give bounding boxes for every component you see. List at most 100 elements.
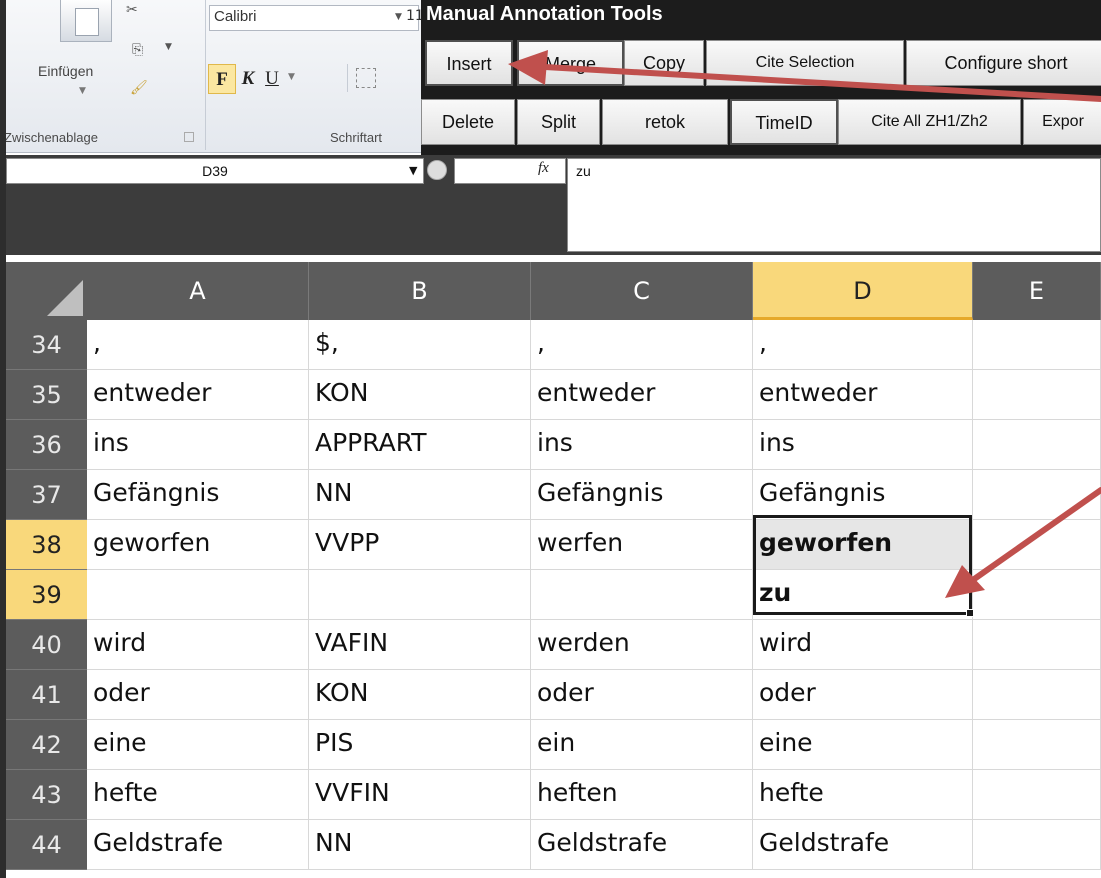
cell-c34[interactable]: ,	[531, 320, 753, 370]
cell-e36[interactable]	[973, 420, 1101, 470]
cell-a42[interactable]: eine	[87, 720, 309, 770]
formula-input[interactable]: zu	[567, 158, 1101, 252]
column-header-c[interactable]: C	[531, 262, 753, 320]
cell-a35[interactable]: entweder	[87, 370, 309, 420]
cell-d39[interactable]: zu	[753, 570, 973, 620]
row-header-37[interactable]: 37	[6, 470, 87, 520]
underline-button[interactable]: U	[261, 64, 283, 94]
cite-all-button[interactable]: Cite All ZH1/Zh2	[838, 99, 1021, 145]
cell-c37[interactable]: Gefängnis	[531, 470, 753, 520]
insert-button[interactable]: Insert	[425, 40, 513, 86]
bold-button[interactable]: F	[208, 64, 236, 94]
cell-b44[interactable]: NN	[309, 820, 531, 870]
cell-d36[interactable]: ins	[753, 420, 973, 470]
row-header-41[interactable]: 41	[6, 670, 87, 720]
cell-b37[interactable]: NN	[309, 470, 531, 520]
cell-e43[interactable]	[973, 770, 1101, 820]
select-all-corner[interactable]	[6, 262, 87, 320]
cell-b41[interactable]: KON	[309, 670, 531, 720]
cell-c39[interactable]	[531, 570, 753, 620]
cell-d43[interactable]: hefte	[753, 770, 973, 820]
font-dropdown-icon[interactable]: ▼	[395, 12, 402, 22]
row-header-40[interactable]: 40	[6, 620, 87, 670]
italic-button[interactable]: K	[236, 64, 260, 94]
cell-e35[interactable]	[973, 370, 1101, 420]
cell-c43[interactable]: heften	[531, 770, 753, 820]
cell-b38[interactable]: VVPP	[309, 520, 531, 570]
cell-d44[interactable]: Geldstrafe	[753, 820, 973, 870]
row-header-35[interactable]: 35	[6, 370, 87, 420]
cell-a34[interactable]: ,	[87, 320, 309, 370]
cell-d34[interactable]: ,	[753, 320, 973, 370]
paste-button[interactable]: Einfügen	[38, 63, 93, 79]
copy-dropdown-icon[interactable]: ▼	[165, 42, 172, 52]
cell-a37[interactable]: Gefängnis	[87, 470, 309, 520]
cell-c41[interactable]: oder	[531, 670, 753, 720]
column-header-e[interactable]: E	[973, 262, 1101, 320]
row-header-43[interactable]: 43	[6, 770, 87, 820]
cell-c36[interactable]: ins	[531, 420, 753, 470]
insert-function-icon[interactable]: fx	[538, 160, 549, 177]
row-header-38[interactable]: 38	[6, 520, 87, 570]
copy-button[interactable]: Copy	[624, 40, 704, 86]
paste-icon[interactable]	[60, 0, 112, 42]
cell-d38[interactable]: geworfen	[753, 520, 973, 570]
cell-b36[interactable]: APPRART	[309, 420, 531, 470]
cell-e42[interactable]	[973, 720, 1101, 770]
timeid-button[interactable]: TimeID	[730, 99, 838, 145]
cell-d42[interactable]: eine	[753, 720, 973, 770]
cell-c35[interactable]: entweder	[531, 370, 753, 420]
copy-icon[interactable]: ⎘	[132, 42, 143, 58]
row-header-34[interactable]: 34	[6, 320, 87, 370]
underline-dropdown-icon[interactable]: ▼	[288, 72, 295, 82]
cell-e40[interactable]	[973, 620, 1101, 670]
fill-handle[interactable]	[966, 609, 974, 617]
row-header-44[interactable]: 44	[6, 820, 87, 870]
cell-a41[interactable]: oder	[87, 670, 309, 720]
cell-a39[interactable]	[87, 570, 309, 620]
cell-e44[interactable]	[973, 820, 1101, 870]
row-header-39[interactable]: 39	[6, 570, 87, 620]
border-icon[interactable]	[356, 68, 376, 88]
cell-c40[interactable]: werden	[531, 620, 753, 670]
retok-button[interactable]: retok	[602, 99, 728, 145]
row-header-36[interactable]: 36	[6, 420, 87, 470]
cell-a36[interactable]: ins	[87, 420, 309, 470]
merge-button[interactable]: Merge	[517, 40, 624, 86]
format-painter-icon[interactable]: 🖌	[130, 80, 148, 96]
delete-button[interactable]: Delete	[421, 99, 515, 145]
column-header-d[interactable]: D	[753, 262, 973, 320]
cell-c38[interactable]: werfen	[531, 520, 753, 570]
cell-a44[interactable]: Geldstrafe	[87, 820, 309, 870]
column-header-b[interactable]: B	[309, 262, 531, 320]
configure-shortcuts-button[interactable]: Configure short	[906, 40, 1101, 86]
cite-selection-button[interactable]: Cite Selection	[706, 40, 904, 86]
cell-c44[interactable]: Geldstrafe	[531, 820, 753, 870]
export-button[interactable]: Expor	[1023, 99, 1101, 145]
row-header-42[interactable]: 42	[6, 720, 87, 770]
split-button[interactable]: Split	[517, 99, 600, 145]
cell-b43[interactable]: VVFIN	[309, 770, 531, 820]
formula-bar-toggle-icon[interactable]	[427, 160, 447, 180]
name-box[interactable]: D39	[6, 158, 424, 184]
cell-d40[interactable]: wird	[753, 620, 973, 670]
name-box-dropdown-icon[interactable]: ▼	[409, 164, 417, 177]
cell-e38[interactable]	[973, 520, 1101, 570]
font-name-box[interactable]: Calibri	[209, 5, 419, 31]
cell-a40[interactable]: wird	[87, 620, 309, 670]
cell-e39[interactable]	[973, 570, 1101, 620]
paste-dropdown-icon[interactable]: ▼	[79, 86, 86, 96]
cell-c42[interactable]: ein	[531, 720, 753, 770]
cell-b39[interactable]	[309, 570, 531, 620]
cell-d37[interactable]: Gefängnis	[753, 470, 973, 520]
cell-d41[interactable]: oder	[753, 670, 973, 720]
cell-a43[interactable]: hefte	[87, 770, 309, 820]
cell-b34[interactable]: $,	[309, 320, 531, 370]
cell-e41[interactable]	[973, 670, 1101, 720]
cell-e37[interactable]	[973, 470, 1101, 520]
cell-e34[interactable]	[973, 320, 1101, 370]
cell-d35[interactable]: entweder	[753, 370, 973, 420]
cell-b42[interactable]: PIS	[309, 720, 531, 770]
cell-b40[interactable]: VAFIN	[309, 620, 531, 670]
cell-b35[interactable]: KON	[309, 370, 531, 420]
